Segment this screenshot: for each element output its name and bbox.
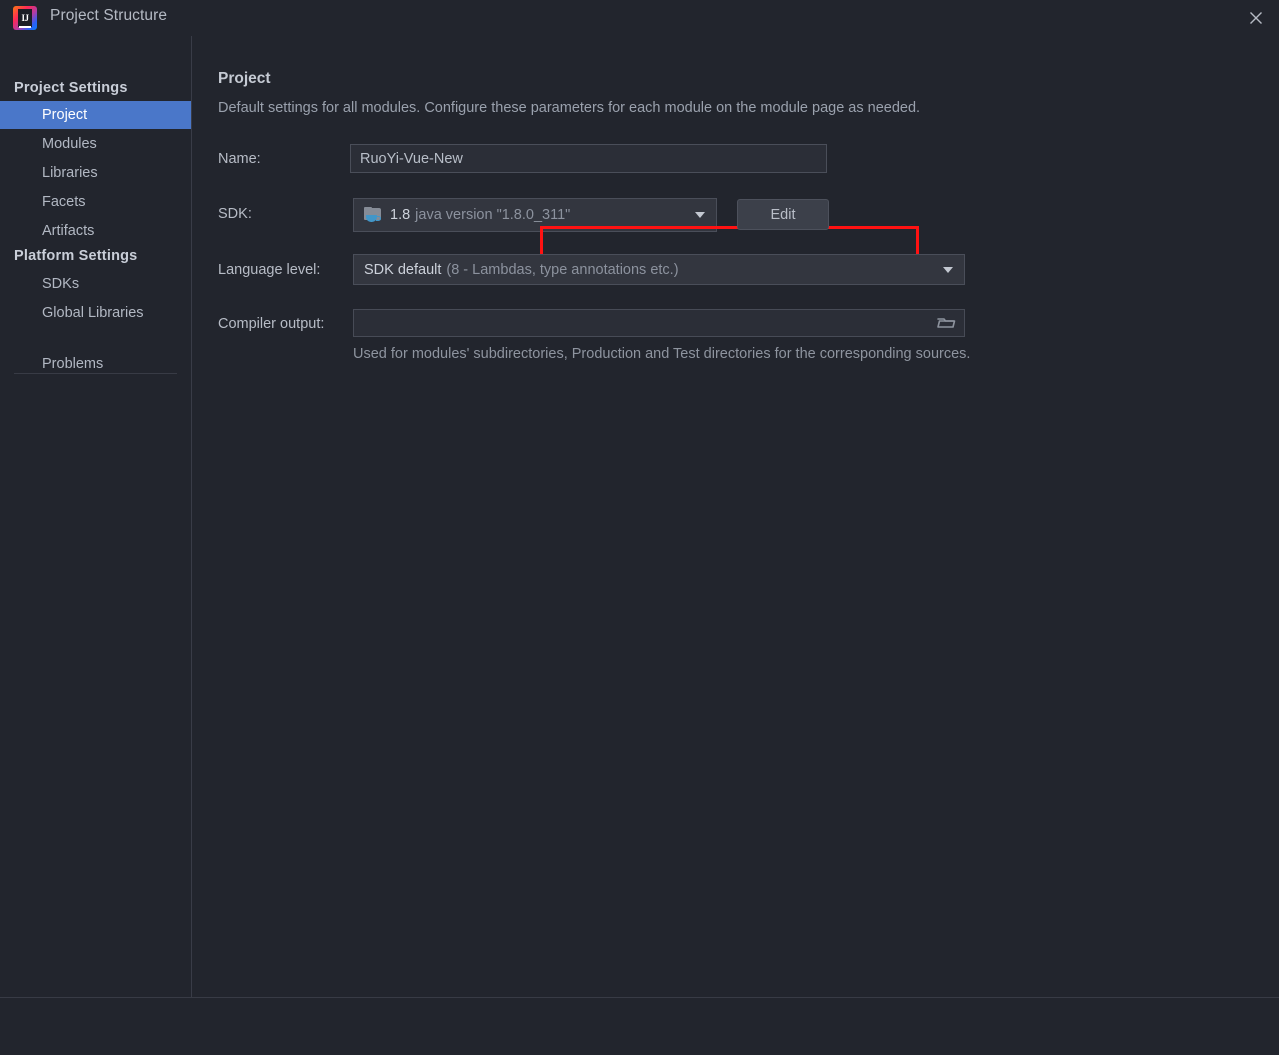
sidebar-item-label: Libraries bbox=[42, 165, 98, 181]
compiler-output-input[interactable] bbox=[353, 309, 965, 337]
compiler-output-field-label: Compiler output: bbox=[218, 316, 325, 332]
intellij-idea-logo-icon: IJ bbox=[13, 6, 37, 30]
name-input[interactable]: RuoYi-Vue-New bbox=[350, 144, 827, 173]
page-description: Default settings for all modules. Config… bbox=[218, 100, 921, 116]
window-title: Project Structure bbox=[50, 7, 168, 24]
sdk-value-primary: 1.8 bbox=[390, 207, 411, 223]
settings-sidebar: Project Settings Project Modules Librari… bbox=[0, 36, 191, 997]
java-sdk-folder-icon bbox=[364, 207, 383, 223]
chevron-down-icon bbox=[695, 212, 705, 218]
sidebar-item-label: Artifacts bbox=[42, 223, 95, 239]
sidebar-item-label: SDKs bbox=[42, 276, 80, 292]
sdk-field-label: SDK: bbox=[218, 206, 252, 222]
compiler-output-hint: Used for modules' subdirectories, Produc… bbox=[353, 346, 971, 362]
language-level-value-secondary: (8 - Lambdas, type annotations etc.) bbox=[446, 261, 679, 278]
sidebar-item-project[interactable]: Project bbox=[0, 101, 191, 129]
sdk-value-secondary: java version "1.8.0_311" bbox=[415, 207, 571, 223]
sdk-combobox[interactable]: 1.8 java version "1.8.0_311" bbox=[353, 198, 717, 232]
sidebar-item-label: Global Libraries bbox=[42, 305, 144, 321]
main-content-panel: Project Default settings for all modules… bbox=[192, 36, 1279, 997]
sidebar-item-global-libraries[interactable]: Global Libraries bbox=[0, 299, 191, 327]
sidebar-item-libraries[interactable]: Libraries bbox=[0, 159, 191, 187]
page-title: Project bbox=[218, 70, 271, 87]
sidebar-item-sdks[interactable]: SDKs bbox=[0, 270, 191, 298]
footer-bar: ? OK Cancel Apply bbox=[0, 998, 1279, 1055]
sidebar-group-platform-settings: Platform Settings bbox=[14, 248, 138, 264]
sidebar-item-facets[interactable]: Facets bbox=[0, 188, 191, 216]
sidebar-item-label: Problems bbox=[42, 356, 104, 372]
logo-underline bbox=[19, 26, 31, 28]
sidebar-item-artifacts[interactable]: Artifacts bbox=[0, 217, 191, 245]
sdk-edit-button[interactable]: Edit bbox=[737, 199, 829, 230]
folder-open-icon[interactable] bbox=[936, 315, 956, 331]
sdk-edit-button-label: Edit bbox=[770, 206, 796, 223]
language-level-field-label: Language level: bbox=[218, 262, 321, 278]
name-field-label: Name: bbox=[218, 151, 261, 167]
close-icon[interactable] bbox=[1233, 0, 1279, 36]
sidebar-item-label: Facets bbox=[42, 194, 86, 210]
title-bar: IJ Project Structure bbox=[0, 0, 1279, 36]
language-level-combobox[interactable]: SDK default (8 - Lambdas, type annotatio… bbox=[353, 254, 965, 285]
sidebar-item-label: Project bbox=[42, 107, 88, 123]
name-input-value: RuoYi-Vue-New bbox=[360, 150, 463, 167]
language-level-value-primary: SDK default bbox=[364, 261, 442, 278]
sidebar-item-modules[interactable]: Modules bbox=[0, 130, 191, 158]
sidebar-item-label: Modules bbox=[42, 136, 97, 152]
chevron-down-icon bbox=[943, 266, 953, 273]
sidebar-item-problems[interactable]: Problems bbox=[0, 350, 191, 378]
project-structure-dialog: IJ Project Structure Project Settings Pr… bbox=[0, 0, 1279, 1055]
sidebar-group-project-settings: Project Settings bbox=[14, 80, 128, 96]
logo-glyph: IJ bbox=[18, 9, 32, 27]
